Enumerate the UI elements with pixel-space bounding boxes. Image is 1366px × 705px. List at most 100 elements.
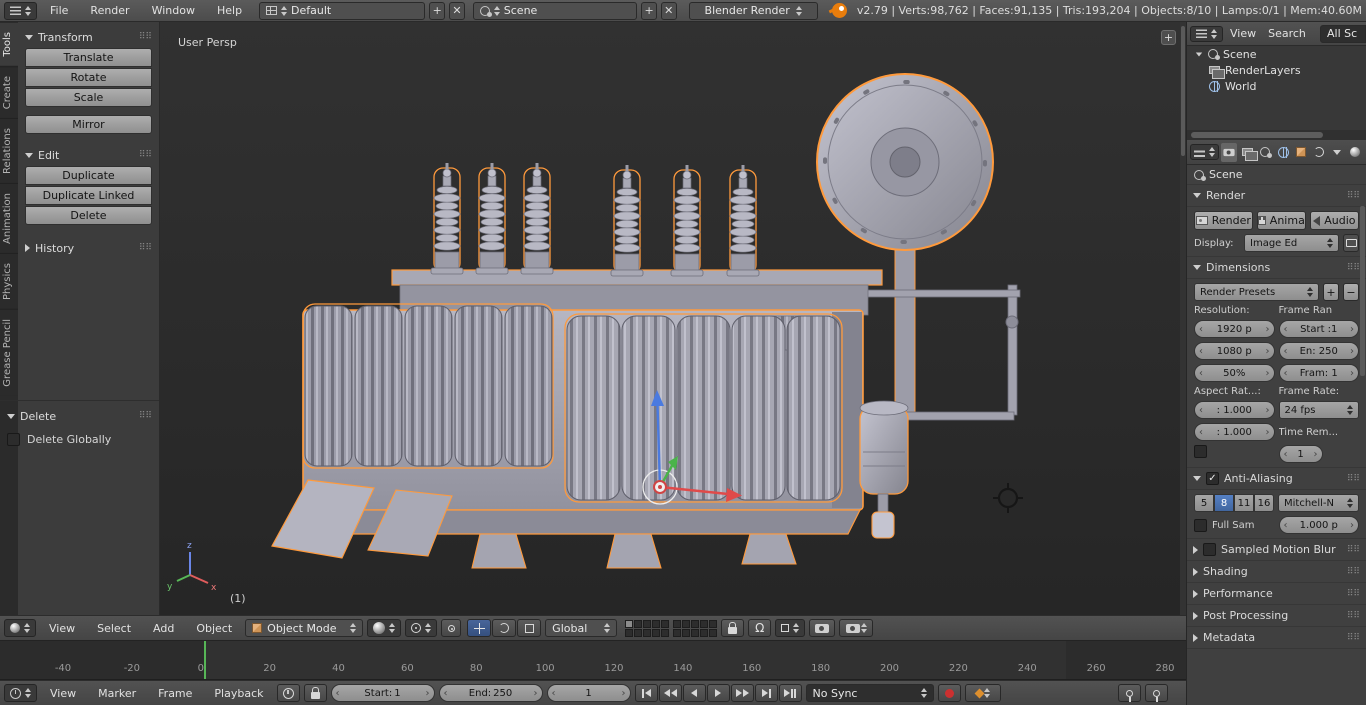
aa-samples-16[interactable]: 16 (1254, 494, 1274, 512)
keying-set-selector[interactable] (964, 684, 1001, 702)
motion-blur-checkbox[interactable] (1203, 543, 1216, 556)
outliner-scrollbar[interactable] (1187, 130, 1366, 140)
shelf-tab-create[interactable]: Create (0, 65, 18, 118)
filter-size-field[interactable]: 1.000 p (1278, 516, 1359, 534)
fast-forward-button[interactable] (730, 684, 754, 702)
transformer-model[interactable] (271, 73, 1021, 569)
add-preset-button[interactable]: + (1323, 283, 1339, 301)
tab-object[interactable] (1293, 143, 1309, 162)
menu-render[interactable]: Render (81, 0, 138, 21)
scale-button[interactable]: Scale (25, 88, 152, 107)
insert-keyframe-button[interactable] (1118, 684, 1141, 702)
aa-samples-8[interactable]: 8 (1214, 494, 1234, 512)
resolution-x-field[interactable]: 1920 p (1194, 320, 1275, 338)
shelf-tab-tools[interactable]: Tools (0, 22, 18, 66)
3d-viewport[interactable]: z x y User Persp (1) + (160, 22, 1186, 615)
panel-header-operator-delete[interactable]: Delete (7, 405, 152, 427)
lock-to-scene-toggle[interactable] (721, 619, 745, 637)
render-still-button[interactable]: Render (1194, 211, 1253, 230)
display-options-button[interactable] (1343, 234, 1359, 252)
translate-button[interactable]: Translate (25, 48, 152, 67)
tab-render[interactable] (1221, 142, 1237, 162)
delete-globally-checkbox[interactable] (7, 433, 20, 446)
frame-end-field[interactable]: En: 250 (1278, 342, 1359, 360)
add-scene-button[interactable]: + (641, 1, 657, 20)
tab-scene[interactable] (1257, 143, 1273, 162)
panel-header-metadata[interactable]: Metadata (1187, 627, 1366, 649)
panel-header-render[interactable]: Render (1187, 185, 1366, 207)
outliner-item-world[interactable]: World (1187, 78, 1366, 94)
frame-step-field[interactable]: Fram: 1 (1278, 364, 1359, 382)
duplicate-button[interactable]: Duplicate (25, 166, 152, 185)
menu-select[interactable]: Select (88, 616, 140, 640)
panel-header-sampled-motion-blur[interactable]: Sampled Motion Blur (1187, 539, 1366, 561)
fps-selector[interactable]: 24 fps (1278, 401, 1359, 419)
use-preview-range-toggle[interactable] (276, 684, 300, 702)
panel-header-edit[interactable]: Edit (25, 144, 152, 166)
panel-header-anti-aliasing[interactable]: Anti-Aliasing (1187, 468, 1366, 490)
delete-button[interactable]: Delete (25, 206, 152, 225)
render-display-selector[interactable]: Image Ed (1244, 234, 1339, 252)
outliner-item-renderlayers[interactable]: RenderLayers (1187, 62, 1366, 79)
resolution-percent-field[interactable]: 50% (1194, 364, 1275, 382)
delete-keyframe-button[interactable] (1145, 684, 1168, 702)
snap-element-selector[interactable] (775, 619, 806, 637)
duplicate-linked-button[interactable]: Duplicate Linked (25, 186, 152, 205)
shelf-tab-animation[interactable]: Animation (0, 182, 18, 253)
properties-scrollbar[interactable] (1360, 206, 1365, 376)
shelf-tab-relations[interactable]: Relations (0, 117, 18, 183)
aspect-y-field[interactable]: : 1.000 (1194, 423, 1275, 441)
editor-type-selector[interactable] (4, 1, 37, 20)
next-keyframe-button[interactable] (754, 684, 778, 702)
border-checkbox[interactable] (1194, 445, 1207, 458)
panel-header-dimensions[interactable]: Dimensions (1187, 257, 1366, 279)
aa-samples-11[interactable]: 11 (1234, 494, 1254, 512)
tab-material[interactable] (1347, 143, 1363, 162)
outliner-item-scene[interactable]: Scene (1187, 46, 1366, 62)
lock-time-toggle[interactable] (303, 684, 327, 702)
auto-keyframe-record-toggle[interactable] (937, 684, 961, 702)
resolution-y-field[interactable]: 1080 p (1194, 342, 1275, 360)
menu-file[interactable]: File (41, 0, 77, 21)
translate-manipulator-toggle[interactable] (467, 619, 492, 637)
render-engine-selector[interactable]: Blender Render (688, 1, 818, 20)
menu-playback[interactable]: Playback (205, 681, 272, 705)
shelf-tab-physics[interactable]: Physics (0, 252, 18, 309)
3d-cursor[interactable] (993, 483, 1023, 513)
rotate-manipulator-toggle[interactable] (492, 619, 517, 637)
menu-view[interactable]: View (1225, 22, 1261, 45)
jump-to-start-button[interactable] (634, 684, 658, 702)
remove-preset-button[interactable]: − (1343, 283, 1359, 301)
panel-header-post-processing[interactable]: Post Processing (1187, 605, 1366, 627)
panel-header-performance[interactable]: Performance (1187, 583, 1366, 605)
snap-toggle[interactable]: Ω (748, 619, 772, 637)
aa-samples-5[interactable]: 5 (1194, 494, 1214, 512)
add-layout-button[interactable]: + (429, 1, 446, 20)
tab-data[interactable] (1329, 143, 1345, 162)
render-audio-button[interactable]: Audio (1309, 211, 1359, 230)
panel-header-shading[interactable]: Shading (1187, 561, 1366, 583)
sync-mode-selector[interactable]: No Sync (805, 684, 934, 702)
menu-frame[interactable]: Frame (149, 681, 201, 705)
menu-search[interactable]: Search (1263, 22, 1311, 45)
tab-modifiers[interactable] (1311, 143, 1327, 162)
shelf-tab-grease-pencil[interactable]: Grease Pencil (0, 308, 18, 396)
scene-selector[interactable]: Scene (472, 1, 638, 20)
timeline-ruler[interactable]: -40 -20 0 20 40 60 80 100 120 140 160 18… (0, 641, 1186, 680)
frame-end-field[interactable]: End: 250 (438, 684, 543, 702)
tab-render-layers[interactable] (1239, 143, 1258, 162)
menu-object[interactable]: Object (187, 616, 241, 640)
panel-header-transform[interactable]: Transform (25, 26, 152, 48)
mode-selector[interactable]: Object Mode (245, 619, 364, 637)
editor-type-selector[interactable] (4, 684, 37, 702)
aa-filter-selector[interactable]: Mitchell-N (1278, 494, 1359, 512)
render-animation-button[interactable]: Anima (1256, 211, 1306, 230)
editor-type-selector[interactable] (4, 619, 36, 637)
menu-help[interactable]: Help (208, 0, 251, 21)
anti-aliasing-checkbox[interactable] (1206, 472, 1219, 485)
display-filter-selector[interactable]: All Sc (1320, 24, 1366, 43)
menu-window[interactable]: Window (143, 0, 204, 21)
editor-type-selector[interactable] (1190, 25, 1223, 42)
jump-to-end-button[interactable] (778, 684, 802, 702)
opengl-render-button[interactable] (809, 619, 836, 637)
